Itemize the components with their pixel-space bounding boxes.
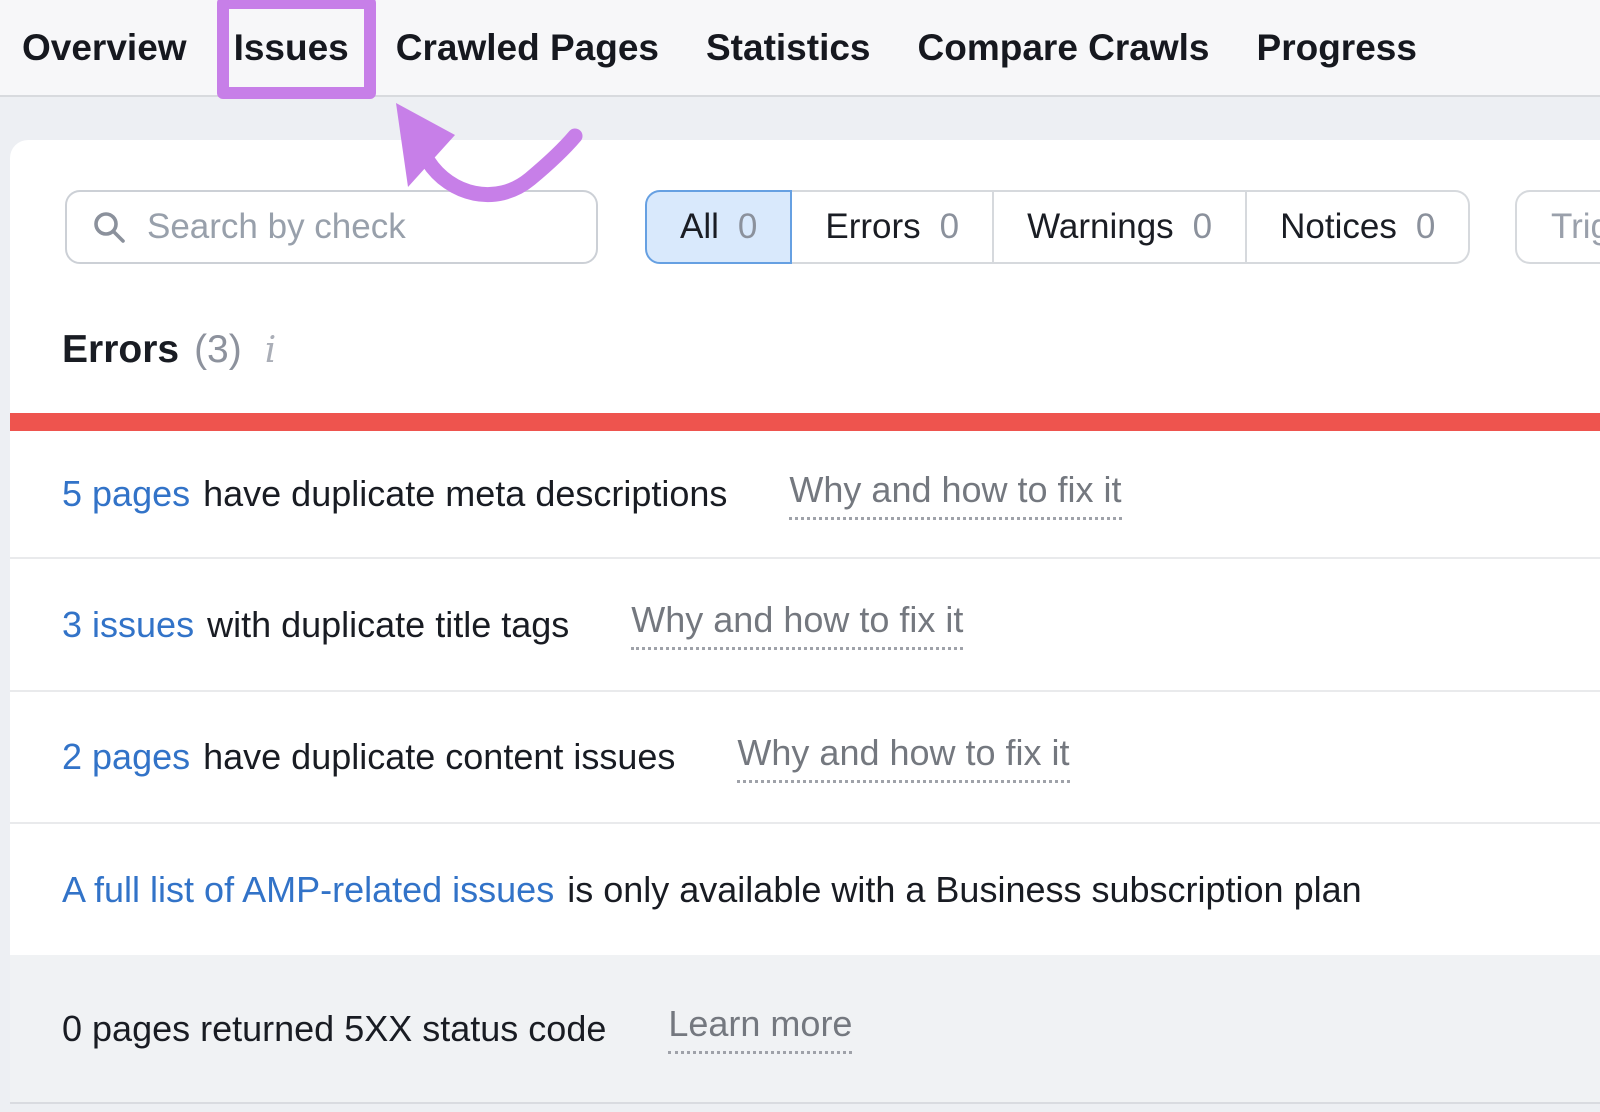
filter-errors-label: Errors (825, 207, 920, 247)
tab-bar: Overview Issues Crawled Pages Statistics… (0, 0, 1600, 97)
issues-list: 5 pages have duplicate meta descriptions… (10, 431, 1600, 1102)
section-title: Errors (62, 328, 179, 372)
filter-warnings-count: 0 (1193, 207, 1212, 247)
filter-all-label: All (680, 207, 719, 247)
issue-text-success: 0 pages returned 5XX status code (62, 1008, 606, 1050)
filter-all[interactable]: All 0 (645, 190, 792, 264)
filter-errors-count: 0 (940, 207, 959, 247)
error-severity-bar (10, 413, 1600, 431)
why-fix-link[interactable]: Why and how to fix it (737, 732, 1069, 783)
issue-pages-link[interactable]: 5 pages (62, 473, 190, 515)
issue-row-duplicate-titles: 3 issues with duplicate title tags Why a… (10, 557, 1600, 690)
triggers-button[interactable]: Trig (1515, 190, 1600, 264)
tab-compare-crawls[interactable]: Compare Crawls (918, 27, 1210, 69)
filter-all-count: 0 (738, 207, 757, 247)
issue-row-duplicate-content: 2 pages have duplicate content issues Wh… (10, 690, 1600, 822)
section-count: (3) (194, 328, 242, 372)
issues-panel: All 0 Errors 0 Warnings 0 Notices 0 Trig… (10, 140, 1600, 1104)
filter-errors[interactable]: Errors 0 (792, 190, 994, 264)
issue-pages-link[interactable]: 3 issues (62, 604, 194, 646)
tab-progress[interactable]: Progress (1257, 27, 1417, 69)
tab-statistics[interactable]: Statistics (706, 27, 871, 69)
issue-text: have duplicate content issues (203, 736, 675, 778)
issue-row-amp-upsell: A full list of AMP-related issues is onl… (10, 822, 1600, 955)
tab-crawled-pages[interactable]: Crawled Pages (396, 27, 659, 69)
section-heading: Errors (3) i (62, 328, 276, 372)
amp-issues-link[interactable]: A full list of AMP-related issues (62, 869, 554, 911)
why-fix-link[interactable]: Why and how to fix it (789, 469, 1121, 520)
filter-notices-count: 0 (1416, 207, 1435, 247)
filter-warnings[interactable]: Warnings 0 (994, 190, 1247, 264)
issue-text: is only available with a Business subscr… (567, 869, 1361, 911)
issue-text: with duplicate title tags (207, 604, 569, 646)
why-fix-link[interactable]: Why and how to fix it (631, 599, 963, 650)
filter-notices[interactable]: Notices 0 (1247, 190, 1470, 264)
severity-filter-group: All 0 Errors 0 Warnings 0 Notices 0 (645, 190, 1470, 264)
filter-warnings-label: Warnings (1027, 207, 1174, 247)
filter-notices-label: Notices (1280, 207, 1397, 247)
learn-more-link[interactable]: Learn more (668, 1003, 852, 1054)
tab-overview[interactable]: Overview (22, 27, 187, 69)
issue-pages-link[interactable]: 2 pages (62, 736, 190, 778)
search-icon (91, 209, 127, 245)
purple-arrow-annotation (378, 97, 583, 219)
tab-issues[interactable]: Issues (234, 27, 349, 69)
issue-text: have duplicate meta descriptions (203, 473, 727, 515)
issue-row-duplicate-meta: 5 pages have duplicate meta descriptions… (10, 431, 1600, 557)
info-icon[interactable]: i (265, 330, 277, 371)
issue-row-5xx-status: 0 pages returned 5XX status code Learn m… (10, 955, 1600, 1102)
tab-issues-label: Issues (234, 27, 349, 68)
